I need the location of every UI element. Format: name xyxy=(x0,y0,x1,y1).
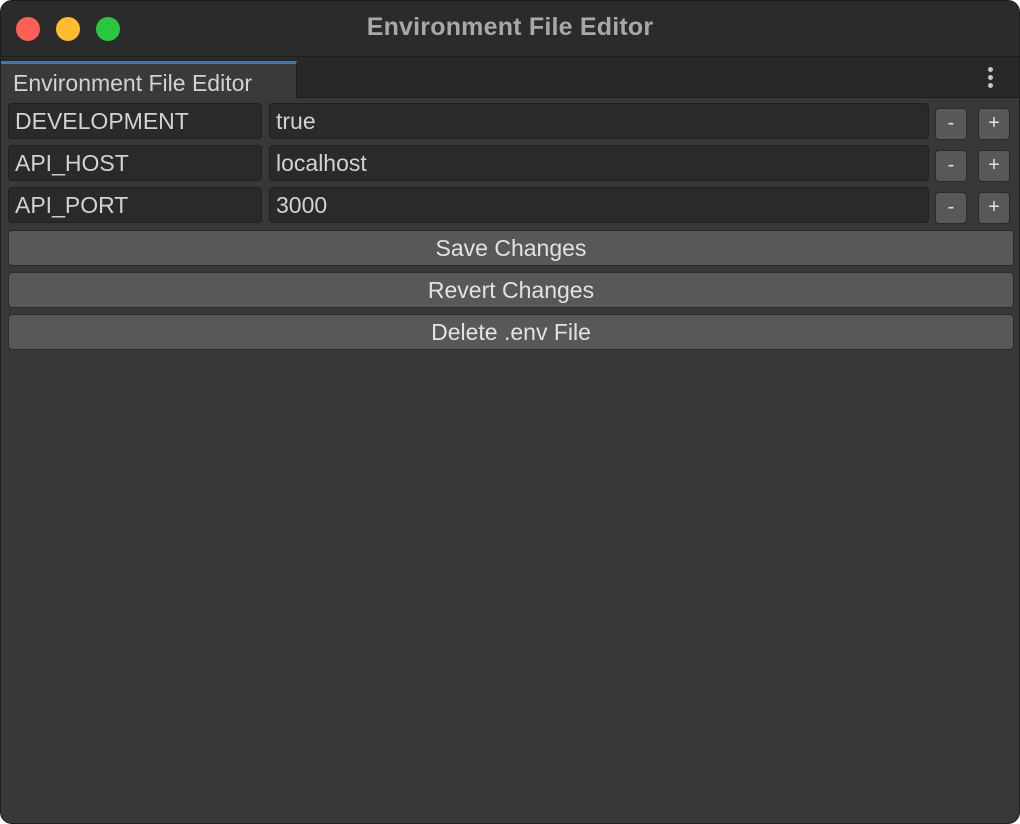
add-entry-button[interactable]: + xyxy=(978,150,1010,182)
env-key-field[interactable]: API_HOST xyxy=(8,145,262,181)
title-bar: Environment File Editor xyxy=(1,1,1019,57)
tab-bar: Environment File Editor xyxy=(1,57,1019,98)
delete-env-file-button[interactable]: Delete .env File xyxy=(8,314,1014,350)
env-value-field[interactable]: true xyxy=(269,103,929,139)
tab-environment-file-editor[interactable]: Environment File Editor xyxy=(1,61,297,98)
env-key-field[interactable]: API_PORT xyxy=(8,187,262,223)
more-vertical-icon[interactable] xyxy=(985,67,995,89)
editor-window: Environment File Editor Environment File… xyxy=(0,0,1020,824)
env-entry-row: DEVELOPMENT true - + xyxy=(8,103,1014,140)
env-editor-content: DEVELOPMENT true - + API_HOST localhost … xyxy=(1,98,1019,823)
save-changes-button[interactable]: Save Changes xyxy=(8,230,1014,266)
env-entry-row: API_PORT 3000 - + xyxy=(8,187,1014,224)
window-title: Environment File Editor xyxy=(366,13,654,41)
env-entry-row: API_HOST localhost - + xyxy=(8,145,1014,182)
add-entry-button[interactable]: + xyxy=(978,108,1010,140)
revert-changes-button[interactable]: Revert Changes xyxy=(8,272,1014,308)
remove-entry-button[interactable]: - xyxy=(935,192,967,224)
remove-entry-button[interactable]: - xyxy=(935,150,967,182)
env-value-field[interactable]: 3000 xyxy=(269,187,929,223)
tab-label: Environment File Editor xyxy=(13,70,253,96)
add-entry-button[interactable]: + xyxy=(978,192,1010,224)
env-value-field[interactable]: localhost xyxy=(269,145,929,181)
env-key-field[interactable]: DEVELOPMENT xyxy=(8,103,262,139)
remove-entry-button[interactable]: - xyxy=(935,108,967,140)
